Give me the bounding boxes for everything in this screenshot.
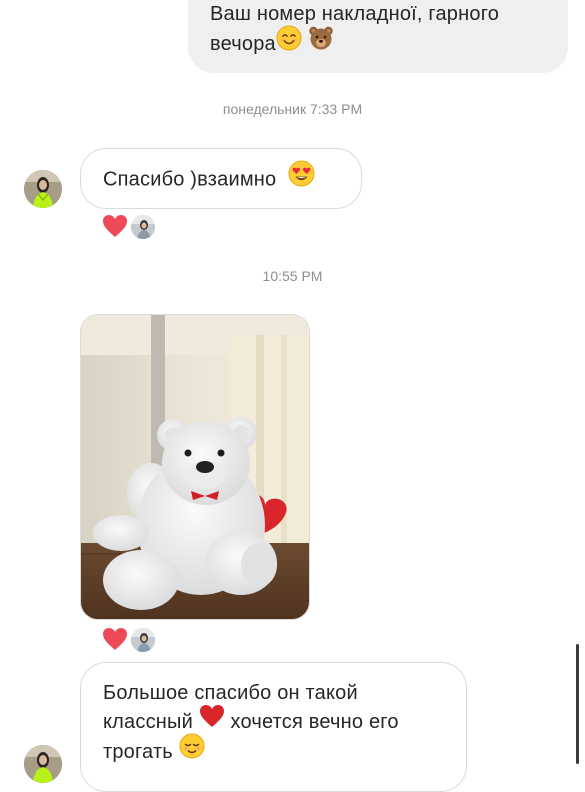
- incoming-message-bubble[interactable]: Большое спасибо он такой классный хочетс…: [80, 662, 467, 792]
- reactor-avatar: [130, 627, 156, 653]
- message-timestamp: 10:55 PM: [262, 268, 323, 284]
- relieved-face-icon: [179, 733, 205, 768]
- heart-reaction-icon: [102, 627, 130, 653]
- smiling-face-icon: [276, 25, 302, 60]
- incoming-message-line-2-end: хочется вечно его: [230, 711, 399, 733]
- scrollbar[interactable]: [576, 644, 579, 764]
- outgoing-message-line-2: вечора: [210, 25, 548, 60]
- incoming-message-line-3-text: трогать: [103, 741, 173, 763]
- incoming-message-line-2: классный хочется вечно его: [103, 705, 446, 737]
- incoming-message-text: Спасибо )взаимно: [103, 168, 277, 191]
- outgoing-message-line-1: Ваш номер накладної, гарного: [210, 3, 500, 25]
- sender-avatar[interactable]: [24, 170, 62, 208]
- outgoing-message-line-2-text: вечора: [210, 32, 276, 55]
- outgoing-message-bubble[interactable]: Ваш номер накладної, гарного вечора: [188, 0, 568, 73]
- incoming-message-line-2-start: классный: [103, 711, 193, 733]
- message-timestamp: понедельник 7:33 PM: [222, 101, 363, 117]
- teddy-bear-photo[interactable]: [80, 314, 310, 620]
- incoming-message-line-3: трогать: [103, 733, 446, 768]
- incoming-message-bubble[interactable]: Спасибо )взаимно: [80, 148, 362, 209]
- sender-avatar[interactable]: [24, 745, 62, 783]
- incoming-message-line-1: Большое спасибо он такой: [103, 682, 358, 704]
- heart-eyes-face-icon: [288, 160, 315, 196]
- bear-face-icon: [308, 25, 334, 60]
- reactor-avatar: [130, 214, 156, 240]
- heart-reaction-icon: [102, 214, 130, 240]
